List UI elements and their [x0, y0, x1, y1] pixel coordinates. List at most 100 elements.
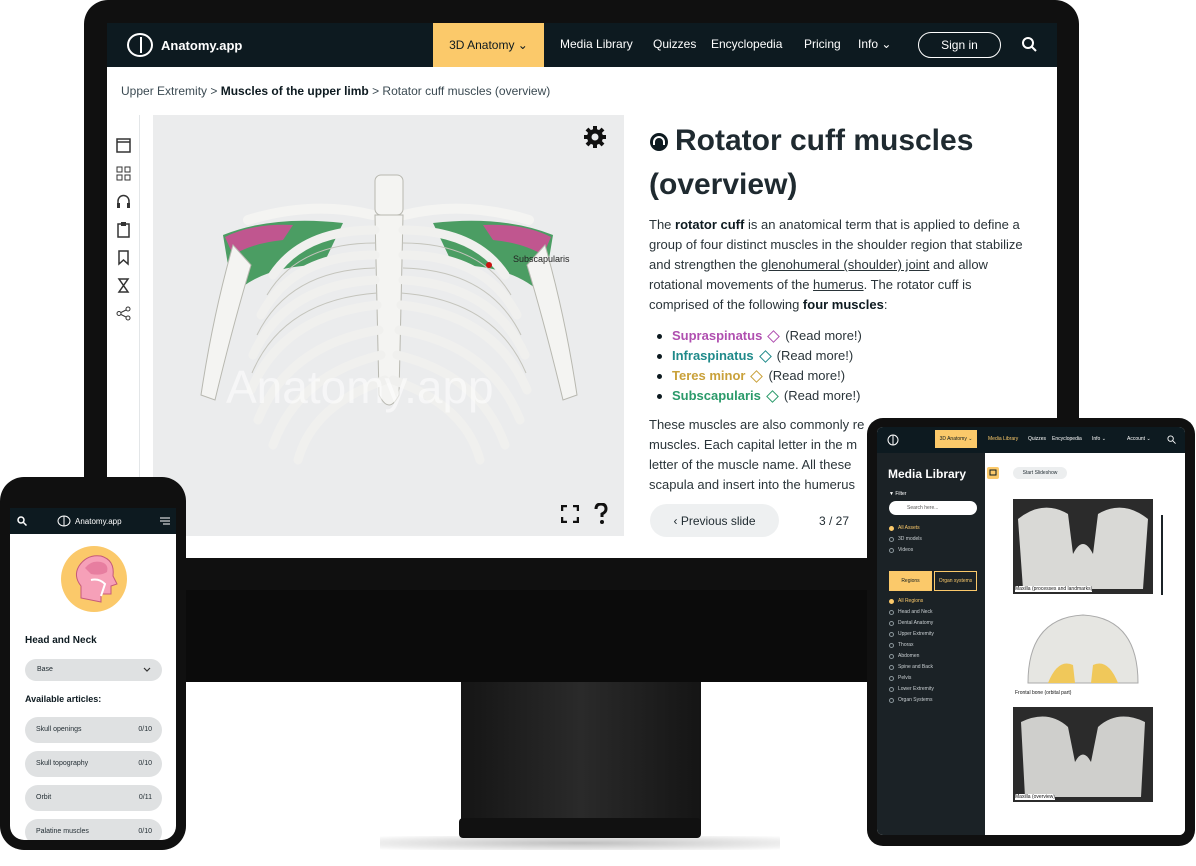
bullet-icon [657, 353, 662, 359]
brain-icon[interactable] [887, 434, 899, 446]
region-option[interactable]: Thorax [889, 642, 914, 648]
search-icon[interactable] [1021, 36, 1037, 52]
region-option[interactable]: All Regions [889, 598, 923, 604]
asset-option-all[interactable]: All Assets [889, 525, 920, 531]
article-row[interactable]: Orbit 0/11 [25, 785, 162, 811]
search-icon[interactable] [1167, 435, 1176, 444]
tablet-nav-quizzes[interactable]: Quizzes [1028, 436, 1046, 442]
link-humerus[interactable]: humerus [804, 477, 855, 492]
start-slideshow-button[interactable]: Start Slideshow [1013, 467, 1067, 479]
cube-icon[interactable] [750, 369, 764, 383]
article-row[interactable]: Skull topography 0/10 [25, 751, 162, 777]
muscle-subscapularis[interactable]: Subscapularis [672, 386, 761, 406]
region-option[interactable]: Pelvis [889, 675, 911, 681]
menu-icon[interactable] [160, 517, 170, 525]
tab-regions[interactable]: Regions [889, 571, 932, 591]
hourglass-icon[interactable] [115, 277, 132, 294]
radio-icon [889, 631, 894, 637]
section-select[interactable]: Base [25, 659, 162, 681]
asset-option-3d-models[interactable]: 3D models [889, 536, 922, 542]
link-glenohumeral-joint[interactable]: glenohumeral (shoulder) joint [761, 257, 929, 272]
region-option[interactable]: Head and Neck [889, 609, 932, 615]
media-scrollbar[interactable] [1161, 515, 1163, 595]
option-label: All Assets [898, 525, 920, 531]
headphones-icon[interactable] [115, 193, 132, 210]
subscapularis-label[interactable]: Subscapularis [513, 254, 570, 264]
tablet-nav-info[interactable]: Info ⌄ [1092, 436, 1106, 442]
muscle-teres-minor[interactable]: Teres minor [672, 366, 745, 386]
3d-viewer[interactable]: Anatomy.app Subscapularis [153, 115, 624, 536]
breadcrumb-muscles-upper-limb[interactable]: Muscles of the upper limb [221, 84, 369, 98]
radio-icon [889, 664, 894, 670]
tablet-nav-3d-anatomy[interactable]: 3D Anatomy ⌄ [935, 430, 977, 448]
nav-3d-anatomy[interactable]: 3D Anatomy ⌄ [433, 23, 544, 67]
option-label: All Regions [898, 598, 924, 604]
media-card[interactable]: Maxilla (processes and landmarks) [1013, 499, 1153, 594]
grid-icon[interactable] [115, 165, 132, 182]
select-value: Base [37, 666, 53, 673]
rib-cage-model[interactable] [153, 115, 624, 536]
phone-screen: Anatomy.app Head and Neck Base Available… [10, 508, 176, 840]
region-option[interactable]: Dental Anatomy [889, 620, 933, 626]
search-icon[interactable] [17, 516, 27, 526]
phone-brand[interactable]: Anatomy.app [57, 515, 122, 527]
region-option[interactable]: Organ Systems [889, 697, 932, 703]
breadcrumb-upper-extremity[interactable]: Upper Extremity > [121, 84, 217, 98]
window-icon[interactable] [115, 137, 132, 154]
intro-text: : [883, 297, 888, 312]
previous-slide-button[interactable]: ‹ Previous slide [650, 504, 779, 537]
media-search-input[interactable]: Search here... [889, 501, 977, 515]
nav-encyclopedia[interactable]: Encyclopedia [711, 37, 782, 51]
muscle-infraspinatus[interactable]: Infraspinatus [672, 346, 754, 366]
option-label: Abdomen [898, 653, 920, 659]
tab-organ-systems[interactable]: Organ systems [934, 571, 977, 591]
intro-bold-rotator-cuff: rotator cuff [675, 217, 745, 232]
nav-pricing[interactable]: Pricing [804, 37, 841, 51]
brain-icon [57, 515, 71, 527]
region-option[interactable]: Upper Extremity [889, 631, 934, 637]
headphones-icon[interactable] [649, 132, 669, 152]
radio-icon [889, 642, 894, 648]
nav-media-library[interactable]: Media Library [560, 37, 633, 51]
region-option[interactable]: Spine and Back [889, 664, 933, 670]
slideshow-icon[interactable] [987, 467, 999, 479]
help-icon[interactable] [593, 503, 609, 525]
muscle-supraspinatus[interactable]: Supraspinatus [672, 326, 762, 346]
region-option[interactable]: Lower Extremity [889, 686, 934, 692]
link-scapula[interactable]: scapula [649, 477, 694, 492]
share-icon[interactable] [115, 305, 132, 322]
cube-icon[interactable] [766, 389, 779, 403]
para-text: and insert into the [693, 477, 805, 492]
top-nav: Anatomy.app 3D Anatomy ⌄ Media Library Q… [107, 23, 1057, 67]
article-row[interactable]: Skull openings 0/10 [25, 717, 162, 743]
frontal-bone-image [1013, 603, 1153, 698]
sign-in-button[interactable]: Sign in [918, 32, 1001, 58]
link-humerus[interactable]: humerus [813, 277, 864, 292]
article-row[interactable]: Palatine muscles 0/10 [25, 819, 162, 840]
chevron-down-icon [143, 667, 151, 672]
nav-quizzes[interactable]: Quizzes [653, 37, 696, 51]
media-card[interactable]: Maxilla (overview) [1013, 707, 1153, 802]
cube-icon[interactable] [758, 349, 772, 363]
bookmark-icon[interactable] [115, 249, 132, 266]
clipboard-icon[interactable] [115, 221, 132, 238]
media-card[interactable]: Frontal bone (orbital part) [1013, 603, 1153, 698]
breadcrumb: Upper Extremity > Muscles of the upper l… [121, 84, 550, 98]
brand-logo[interactable]: Anatomy.app [127, 33, 242, 57]
read-more-link[interactable]: (Read more!) [777, 346, 854, 366]
cube-icon[interactable] [767, 329, 781, 343]
fullscreen-icon[interactable] [561, 505, 579, 523]
tablet-nav-encyclopedia[interactable]: Encyclopedia [1052, 436, 1082, 442]
read-more-link[interactable]: (Read more!) [785, 326, 862, 346]
radio-icon [889, 675, 894, 681]
tablet-nav-account[interactable]: Account ⌄ [1127, 436, 1151, 442]
read-more-link[interactable]: (Read more!) [784, 386, 861, 406]
read-more-link[interactable]: (Read more!) [768, 366, 845, 386]
tablet-nav-media-library[interactable]: Media Library [988, 436, 1018, 442]
gear-icon[interactable] [583, 125, 607, 149]
option-label: Dental Anatomy [898, 620, 934, 626]
media-library-title: Media Library [888, 467, 967, 481]
nav-info[interactable]: Info ⌄ [858, 37, 891, 51]
region-option[interactable]: Abdomen [889, 653, 919, 659]
asset-option-videos[interactable]: Videos [889, 547, 913, 553]
